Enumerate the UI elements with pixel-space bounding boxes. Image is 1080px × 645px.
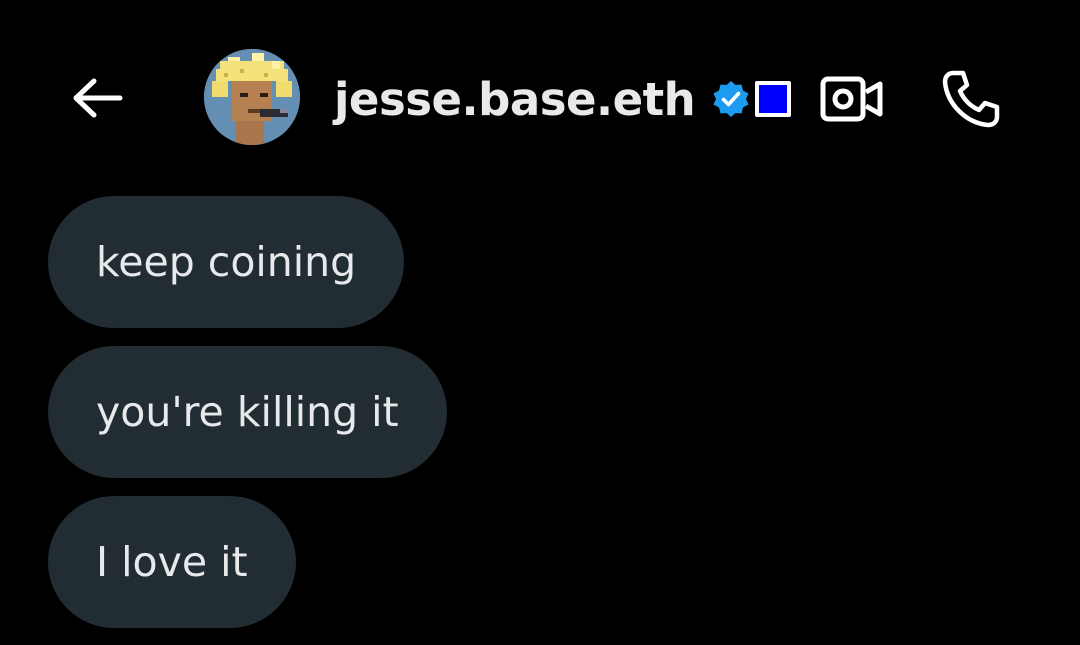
- pixel-punk-avatar-icon: [204, 49, 300, 145]
- message-list: keep coining you're killing it I love it: [48, 196, 447, 628]
- arrow-left-icon: [73, 78, 123, 118]
- message-text: I love it: [96, 537, 248, 586]
- title-row: jesse.base.eth: [334, 68, 792, 130]
- message-bubble[interactable]: you're killing it: [48, 346, 447, 478]
- verified-badge-icon: [711, 79, 751, 119]
- video-camera-icon: [820, 76, 883, 122]
- phone-icon: [942, 70, 1000, 128]
- message-bubble[interactable]: I love it: [48, 496, 296, 628]
- voice-call-button[interactable]: [936, 64, 1006, 134]
- conversation-header: jesse.base.eth: [0, 0, 1080, 190]
- video-call-button[interactable]: [818, 70, 886, 128]
- back-button[interactable]: [60, 68, 132, 128]
- affiliate-badge-icon: [755, 81, 792, 117]
- message-bubble[interactable]: keep coining: [48, 196, 405, 328]
- message-text: you're killing it: [96, 387, 399, 436]
- avatar[interactable]: [204, 49, 300, 145]
- contact-name[interactable]: jesse.base.eth: [334, 73, 696, 126]
- message-text: keep coining: [96, 237, 357, 286]
